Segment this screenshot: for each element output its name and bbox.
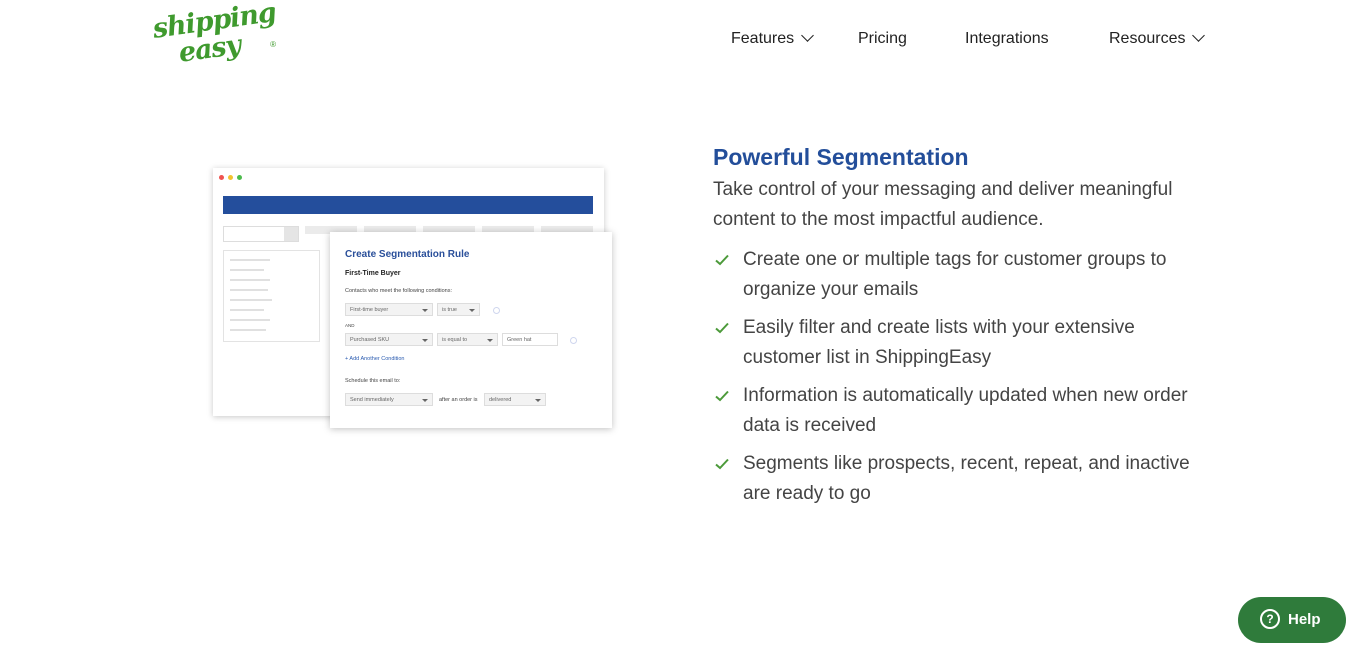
- help-button-label: Help: [1288, 611, 1321, 628]
- feature-item: Segments like prospects, recent, repeat,…: [713, 449, 1203, 509]
- search-icon: [284, 227, 298, 241]
- rule-name: First-Time Buyer: [345, 270, 401, 277]
- window-close-dot: [219, 175, 224, 180]
- condition2-operator-value: is equal to: [442, 337, 468, 343]
- app-header-bar: [223, 196, 593, 214]
- remove-condition-icon: [493, 307, 500, 314]
- chevron-down-icon: [469, 309, 475, 312]
- condition1-operator-value: is true: [442, 307, 457, 313]
- remove-condition-icon: [570, 337, 577, 344]
- condition1-operator-select: is true: [437, 303, 480, 316]
- checkmark-icon: [715, 322, 729, 334]
- main-nav: Features Pricing Integrations Resources: [0, 29, 1366, 50]
- add-condition-link: + Add Another Condition: [345, 356, 405, 362]
- feature-item: Easily filter and create lists with your…: [713, 313, 1203, 373]
- order-status-value: delivered: [489, 397, 512, 403]
- condition2-field-select: Purchased SKU: [345, 333, 433, 346]
- schedule-select: Send immediately: [345, 393, 433, 406]
- feature-item: Create one or multiple tags for customer…: [713, 245, 1203, 305]
- condition2-value-input: Green hat: [502, 333, 558, 346]
- section-intro: Take control of your messaging and deliv…: [713, 179, 1173, 230]
- chevron-down-icon: [801, 29, 815, 42]
- schedule-value: Send immediately: [350, 397, 394, 403]
- chevron-down-icon: [422, 399, 428, 402]
- sidebar-line: [230, 289, 268, 291]
- sidebar-line: [230, 279, 270, 281]
- chevron-down-icon: [535, 399, 541, 402]
- nav-features-label: Features: [731, 30, 795, 47]
- feature-text: Easily filter and create lists with your…: [743, 317, 1135, 368]
- conditions-label: Contacts who meet the following conditio…: [345, 288, 453, 294]
- condition2-field-value: Purchased SKU: [350, 337, 390, 343]
- checkmark-icon: [715, 254, 729, 266]
- nav-resources[interactable]: Resources: [1109, 29, 1206, 48]
- schedule-label: Schedule this email to:: [345, 378, 401, 384]
- question-circle-icon: ?: [1260, 609, 1280, 629]
- sidebar-line: [230, 309, 264, 311]
- condition2-operator-select: is equal to: [437, 333, 498, 346]
- checkmark-icon: [715, 390, 729, 402]
- and-label: AND: [345, 323, 355, 328]
- nav-integrations[interactable]: Integrations: [965, 30, 1049, 48]
- window-maximize-dot: [237, 175, 242, 180]
- sidebar-line: [230, 319, 270, 321]
- chevron-down-icon: [422, 339, 428, 342]
- feature-text: Segments like prospects, recent, repeat,…: [743, 453, 1190, 504]
- help-button[interactable]: ? Help: [1238, 597, 1346, 643]
- order-status-select: delivered: [484, 393, 546, 406]
- nav-integrations-label: Integrations: [965, 30, 1049, 47]
- sidebar-line: [230, 329, 266, 331]
- checkmark-icon: [715, 458, 729, 470]
- feature-item: Information is automatically updated whe…: [713, 381, 1203, 441]
- nav-pricing[interactable]: Pricing: [858, 30, 907, 48]
- feature-text: Create one or multiple tags for customer…: [743, 249, 1167, 300]
- condition1-field-select: First-time buyer: [345, 303, 433, 316]
- nav-features[interactable]: Features: [731, 29, 815, 48]
- nav-pricing-label: Pricing: [858, 30, 907, 47]
- sidebar-line: [230, 269, 264, 271]
- segmentation-rule-dialog-illustration: Create Segmentation Rule First-Time Buye…: [330, 232, 612, 428]
- chevron-down-icon: [1192, 29, 1206, 42]
- rule-dialog-title: Create Segmentation Rule: [345, 249, 470, 260]
- section-heading: Powerful Segmentation: [713, 144, 969, 170]
- chevron-down-icon: [487, 339, 493, 342]
- sidebar-line: [230, 259, 270, 261]
- feature-text: Information is automatically updated whe…: [743, 385, 1188, 436]
- after-order-label: after an order is: [439, 397, 478, 403]
- chevron-down-icon: [422, 309, 428, 312]
- nav-resources-label: Resources: [1109, 30, 1186, 47]
- app-search-box: [223, 226, 299, 242]
- feature-list: Create one or multiple tags for customer…: [713, 245, 1203, 517]
- sidebar-line: [230, 299, 272, 301]
- condition1-field-value: First-time buyer: [350, 307, 389, 313]
- app-sidebar-list: [223, 250, 320, 342]
- window-minimize-dot: [228, 175, 233, 180]
